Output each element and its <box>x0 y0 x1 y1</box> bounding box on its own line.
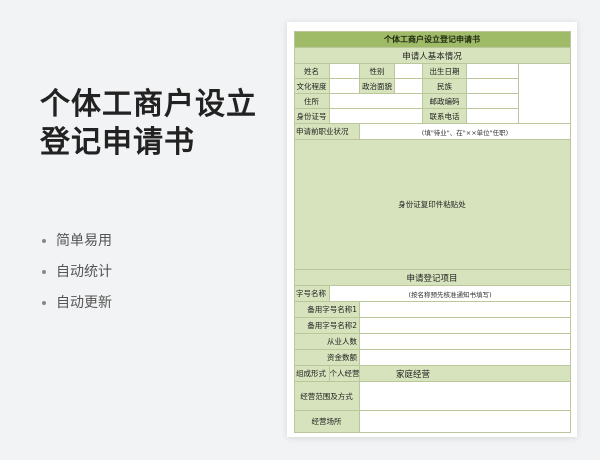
label-political: 政治面貌 <box>360 79 395 94</box>
label-postal-code: 邮政编码 <box>423 94 467 109</box>
option-family[interactable]: 家庭经营 <box>360 366 571 382</box>
value-gender[interactable] <box>395 64 423 79</box>
value-address[interactable] <box>330 94 423 109</box>
feature-label: 自动更新 <box>56 295 112 311</box>
value-phone[interactable] <box>467 109 519 124</box>
label-employees: 从业人数 <box>294 334 360 350</box>
value-capital[interactable] <box>360 350 571 366</box>
bullet-icon <box>42 301 46 305</box>
value-ethnicity[interactable] <box>467 79 519 94</box>
section-basic-info: 申请人基本情况 <box>294 48 571 64</box>
option-individual[interactable]: 个人经营 <box>330 366 360 382</box>
label-prior-status: 申请前职业状况 <box>294 124 360 140</box>
label-business-place: 经营场所 <box>294 411 360 433</box>
title-line-2: 登记申请书 <box>40 125 195 160</box>
application-form: 个体工商户设立登记申请书 申请人基本情况 姓名 性别 出生日期 文化程度 政治面… <box>294 31 571 433</box>
page-title: 个体工商户设立 登记申请书 <box>40 86 257 162</box>
label-phone: 联系电话 <box>423 109 467 124</box>
label-id-number: 身份证号 <box>294 109 330 124</box>
label-education: 文化程度 <box>294 79 330 94</box>
value-name[interactable] <box>330 64 360 79</box>
label-alt-name-1: 备用字号名称1 <box>294 302 360 318</box>
feature-label: 自动统计 <box>56 264 112 280</box>
value-education[interactable] <box>330 79 360 94</box>
bullet-icon <box>42 239 46 243</box>
form-preview-sheet: 个体工商户设立登记申请书 申请人基本情况 姓名 性别 出生日期 文化程度 政治面… <box>287 22 577 437</box>
photo-box <box>519 64 571 124</box>
value-employees[interactable] <box>360 334 571 350</box>
value-business-scope[interactable] <box>360 382 571 411</box>
title-line-1: 个体工商户设立 <box>40 87 257 122</box>
label-name: 姓名 <box>294 64 330 79</box>
label-org-form: 组成形式 <box>294 366 330 382</box>
section-register-items: 申请登记项目 <box>294 270 571 286</box>
label-trade-name: 字号名称 <box>294 286 330 302</box>
value-political[interactable] <box>395 79 423 94</box>
prior-status-hint[interactable]: (填"待业"、在"××单位"任职) <box>360 124 571 140</box>
value-id-number[interactable] <box>330 109 423 124</box>
feature-item: 简单易用 <box>42 230 112 261</box>
form-title: 个体工商户设立登记申请书 <box>294 31 571 48</box>
bullet-icon <box>42 270 46 274</box>
feature-item: 自动统计 <box>42 261 112 292</box>
label-business-scope: 经营范围及方式 <box>294 382 360 411</box>
value-alt-name-1[interactable] <box>360 302 571 318</box>
value-alt-name-2[interactable] <box>360 318 571 334</box>
label-ethnicity: 民族 <box>423 79 467 94</box>
label-alt-name-2: 备用字号名称2 <box>294 318 360 334</box>
trade-name-hint[interactable]: (按名称预先核准通知书填写) <box>330 286 571 302</box>
value-business-place[interactable] <box>360 411 571 433</box>
label-gender: 性别 <box>360 64 395 79</box>
label-address: 住所 <box>294 94 330 109</box>
feature-list: 简单易用 自动统计 自动更新 <box>42 230 112 323</box>
label-capital: 资金数额 <box>294 350 360 366</box>
label-birth-date: 出生日期 <box>423 64 467 79</box>
feature-item: 自动更新 <box>42 292 112 323</box>
value-postal-code[interactable] <box>467 94 519 109</box>
value-birth-date[interactable] <box>467 64 519 79</box>
feature-label: 简单易用 <box>56 233 112 249</box>
id-copy-area: 身份证复印件粘贴处 <box>294 140 571 270</box>
